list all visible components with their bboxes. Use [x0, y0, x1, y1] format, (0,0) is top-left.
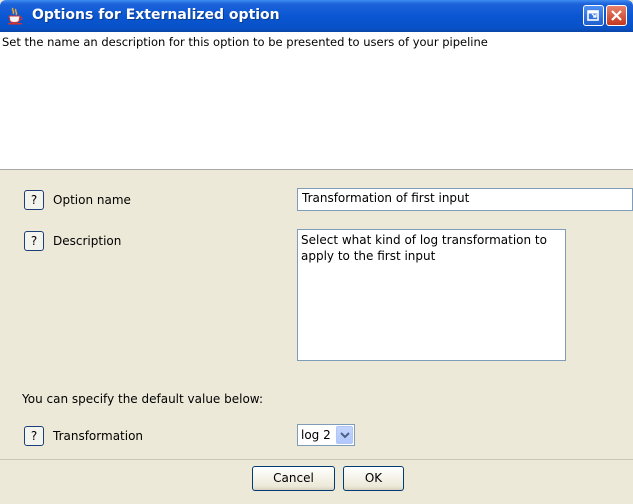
description-help-button[interactable]: ?: [24, 231, 44, 251]
transformation-selected-value: log 2: [301, 428, 331, 442]
header-description: Set the name an description for this opt…: [2, 35, 488, 49]
description-label: Description: [53, 234, 122, 248]
restore-button[interactable]: [583, 5, 604, 26]
window-title: Options for Externalized option: [32, 7, 280, 23]
option-name-label: Option name: [53, 193, 131, 207]
transformation-select[interactable]: log 2: [297, 424, 355, 446]
option-name-field[interactable]: Transformation of first input: [297, 188, 633, 211]
cancel-button[interactable]: Cancel: [252, 466, 335, 491]
default-value-hint: You can specify the default value below:: [22, 392, 263, 406]
option-name-help-button[interactable]: ?: [24, 190, 44, 210]
footer-divider: [0, 459, 633, 460]
restore-icon: [587, 10, 599, 21]
description-textarea[interactable]: Select what kind of log transformation t…: [297, 229, 566, 361]
dropdown-arrow[interactable]: [336, 426, 353, 444]
close-icon: [611, 10, 622, 21]
close-button[interactable]: [606, 5, 627, 26]
ok-button[interactable]: OK: [343, 466, 404, 491]
transformation-help-button[interactable]: ?: [24, 426, 44, 446]
chevron-down-icon: [340, 432, 350, 439]
java-cup-icon: [8, 7, 23, 25]
header-panel: Set the name an description for this opt…: [0, 32, 633, 170]
title-bar[interactable]: Options for Externalized option: [0, 0, 633, 32]
transformation-label: Transformation: [53, 429, 144, 443]
